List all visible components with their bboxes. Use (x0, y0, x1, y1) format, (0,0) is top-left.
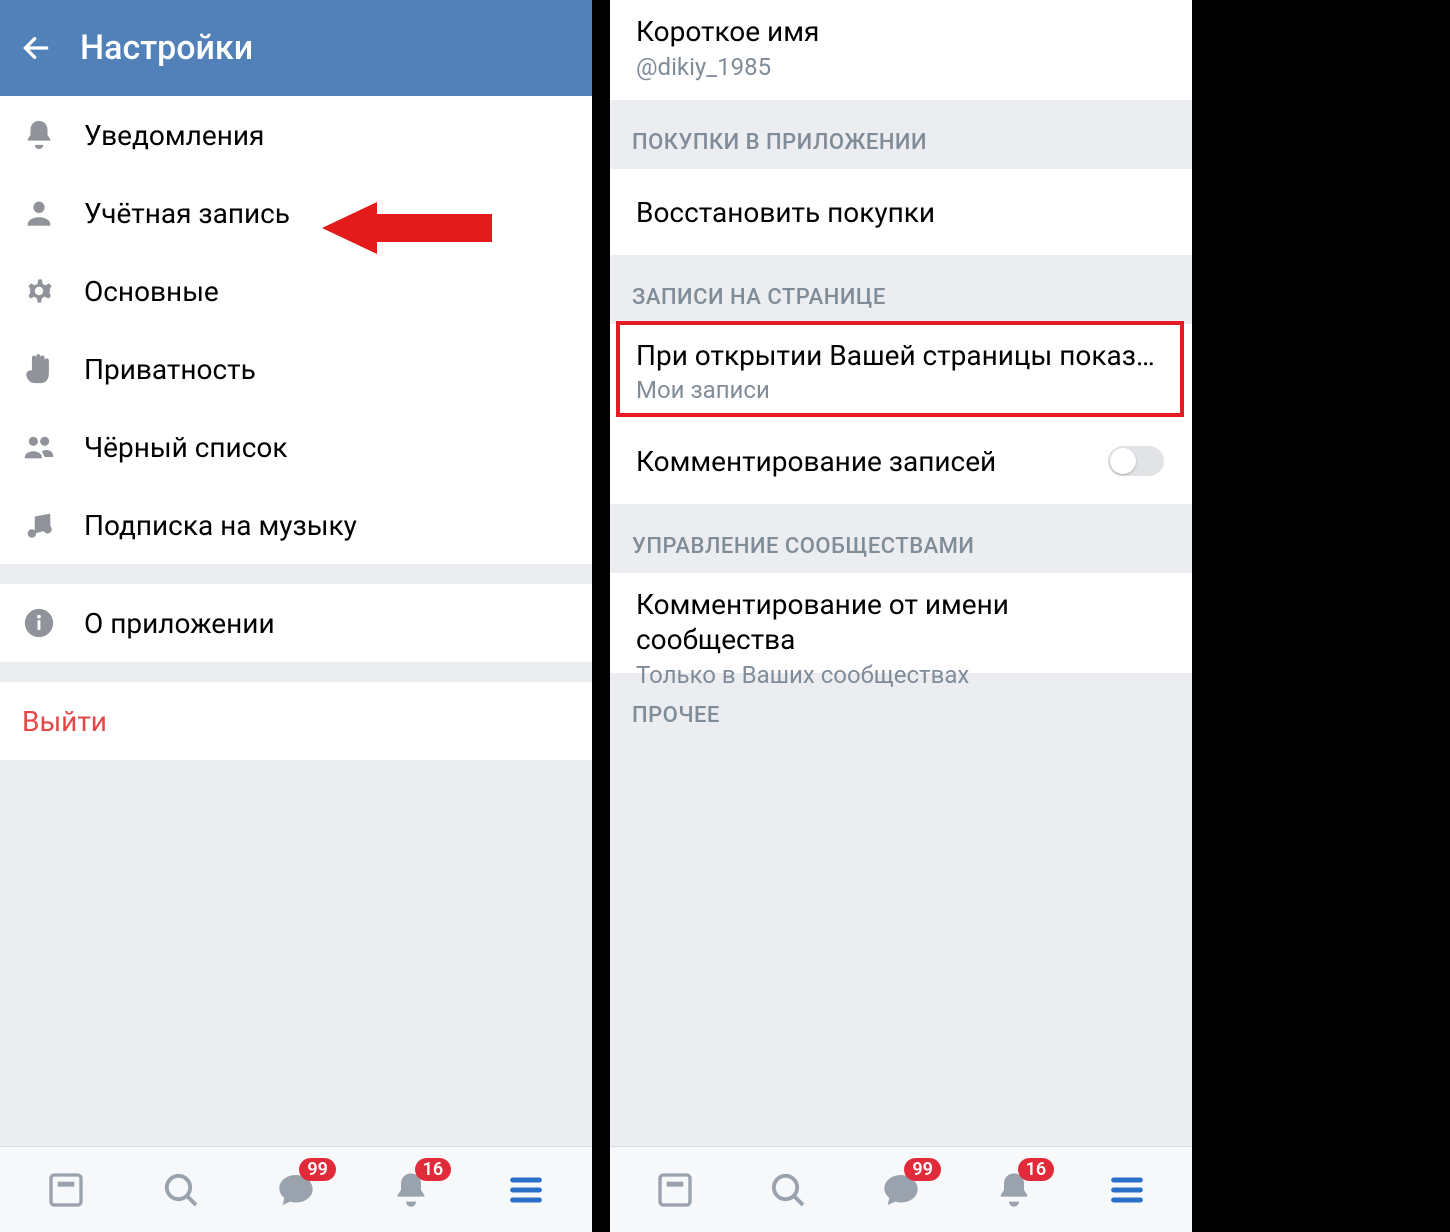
setting-restore-purchases[interactable]: Восстановить покупки (610, 169, 1192, 255)
account-settings-list: Короткое имя @dikiy_1985 ПОКУПКИ В ПРИЛО… (610, 0, 1192, 1232)
settings-item-general[interactable]: Основные (0, 252, 592, 330)
notifications-badge: 16 (1018, 1158, 1055, 1181)
person-icon (22, 196, 56, 230)
nav-menu[interactable] (1101, 1164, 1153, 1216)
settings-item-label: Учётная запись (84, 197, 290, 230)
settings-item-logout[interactable]: Выйти (0, 682, 592, 760)
settings-item-account[interactable]: Учётная запись (0, 174, 592, 252)
setting-short-name[interactable]: Короткое имя @dikiy_1985 (610, 0, 1192, 100)
nav-notifications[interactable]: 16 (988, 1164, 1040, 1216)
hand-icon (22, 352, 56, 386)
short-name-value: @dikiy_1985 (636, 53, 771, 81)
bell-icon (22, 118, 56, 152)
bottom-nav: 99 16 (0, 1146, 592, 1232)
settings-item-about[interactable]: О приложении (0, 584, 592, 662)
settings-item-label: О приложении (84, 607, 275, 640)
settings-item-label: Приватность (84, 353, 256, 386)
nav-search[interactable] (155, 1164, 207, 1216)
page-title: Настройки (80, 28, 253, 68)
nav-menu[interactable] (500, 1164, 552, 1216)
settings-item-label: Подписка на музыку (84, 509, 357, 542)
settings-item-privacy[interactable]: Приватность (0, 330, 592, 408)
section-header-communities: УПРАВЛЕНИЕ СООБЩЕСТВАМИ (610, 504, 1192, 573)
bottom-nav: 99 16 (610, 1146, 1192, 1232)
section-header-wall: ЗАПИСИ НА СТРАНИЦЕ (610, 255, 1192, 324)
header: Настройки (0, 0, 592, 96)
setting-community-commenting[interactable]: Комментирование от имени сообщества Толь… (610, 573, 1192, 673)
back-arrow-icon[interactable] (20, 32, 52, 64)
highlight-annotation (616, 321, 1184, 417)
settings-list: Уведомления Учётная запись Основные Прив… (0, 96, 592, 1232)
short-name-label: Короткое имя (636, 14, 819, 49)
messages-badge: 99 (904, 1158, 941, 1181)
settings-item-blacklist[interactable]: Чёрный список (0, 408, 592, 486)
nav-messages[interactable]: 99 (270, 1164, 322, 1216)
settings-item-label: Чёрный список (84, 431, 287, 464)
settings-item-music[interactable]: Подписка на музыку (0, 486, 592, 564)
settings-item-label: Основные (84, 275, 219, 308)
settings-panel-left: Настройки Уведомления Учётная запись Осн… (0, 0, 592, 1232)
toggle-off-icon[interactable] (1108, 446, 1164, 476)
comments-label: Комментирование записей (636, 445, 996, 478)
settings-item-label: Уведомления (84, 119, 264, 152)
logout-label: Выйти (22, 705, 107, 738)
nav-notifications[interactable]: 16 (385, 1164, 437, 1216)
section-header-purchases: ПОКУПКИ В ПРИЛОЖЕНИИ (610, 100, 1192, 169)
nav-feed[interactable] (40, 1164, 92, 1216)
restore-purchases-label: Восстановить покупки (636, 196, 935, 229)
music-note-icon (22, 508, 56, 542)
gear-icon (22, 274, 56, 308)
nav-search[interactable] (762, 1164, 814, 1216)
people-icon (22, 430, 56, 464)
info-icon (22, 606, 56, 640)
community-comment-value: Только в Ваших сообществах (636, 661, 969, 689)
setting-comments-toggle[interactable]: Комментирование записей (610, 418, 1192, 504)
messages-badge: 99 (299, 1158, 336, 1181)
community-comment-label: Комментирование от имени сообщества (636, 587, 1170, 657)
panel-divider (592, 0, 610, 1232)
nav-messages[interactable]: 99 (875, 1164, 927, 1216)
nav-feed[interactable] (649, 1164, 701, 1216)
settings-item-notifications[interactable]: Уведомления (0, 96, 592, 174)
account-panel-right: Короткое имя @dikiy_1985 ПОКУПКИ В ПРИЛО… (610, 0, 1192, 1232)
notifications-badge: 16 (415, 1158, 452, 1181)
